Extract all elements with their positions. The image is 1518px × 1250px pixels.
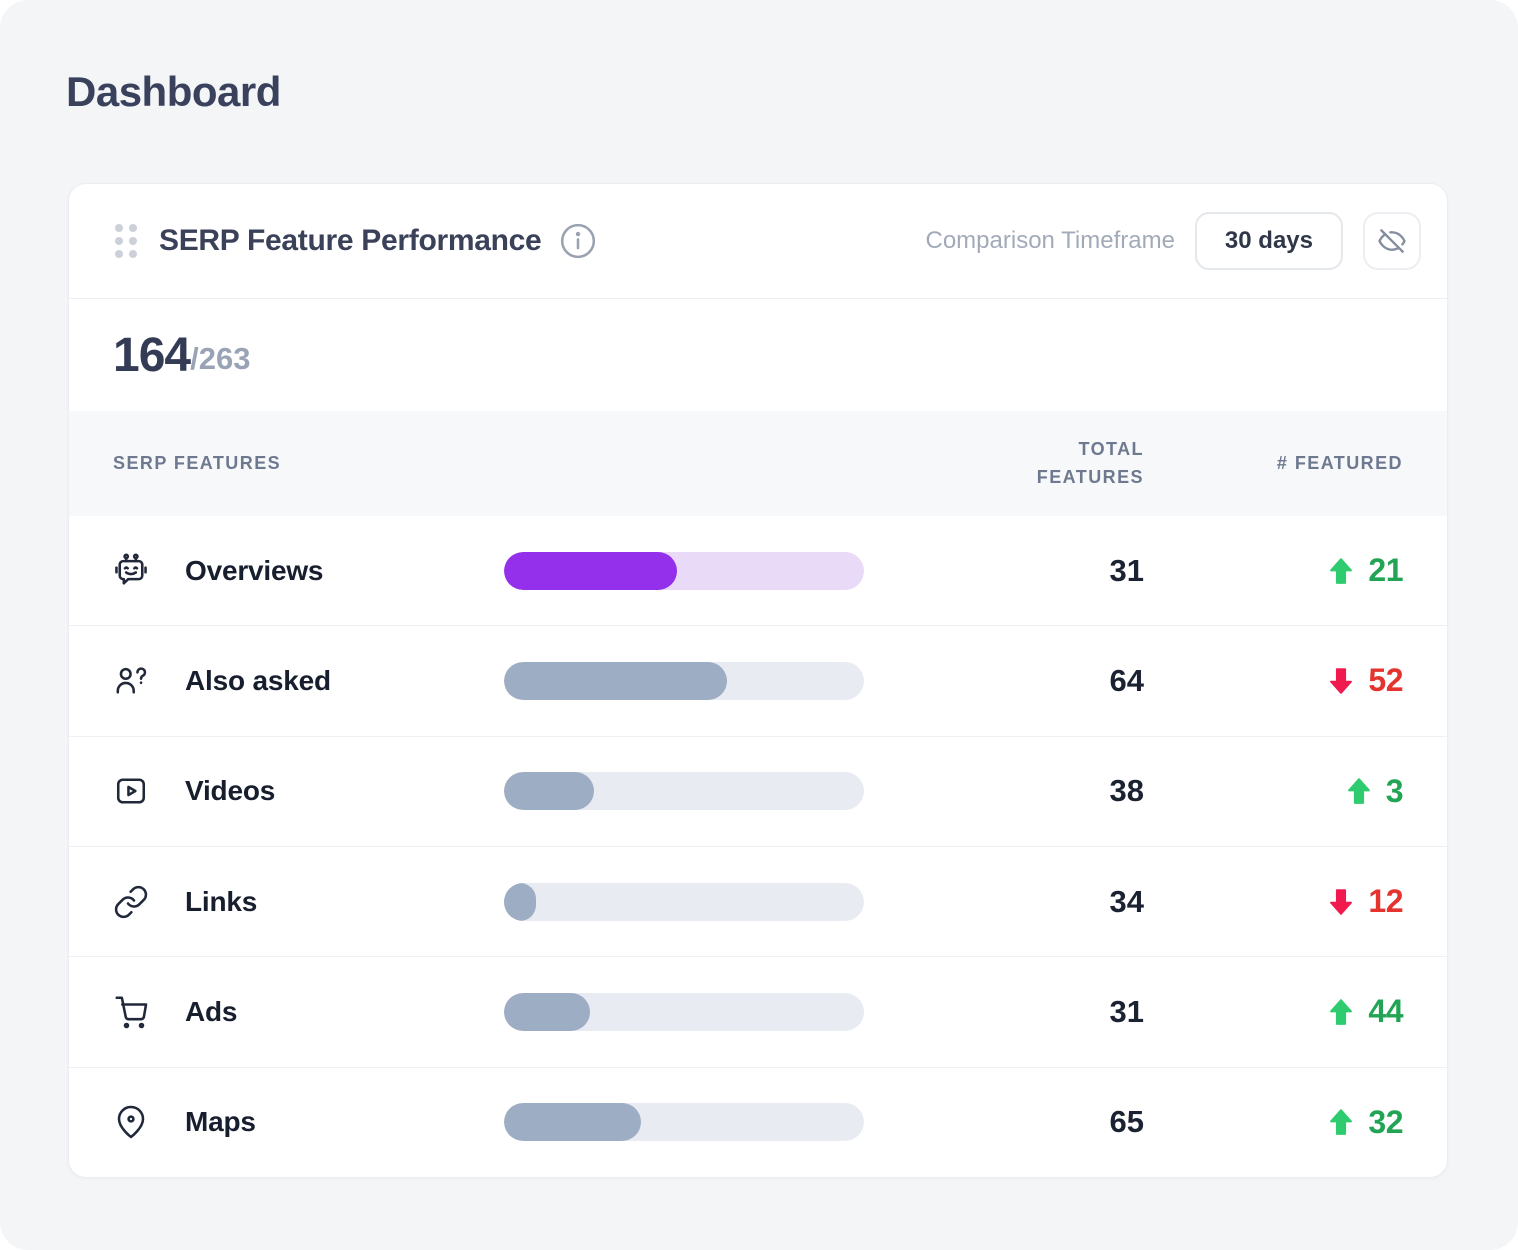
column-header-total-features: Total Features	[864, 436, 1144, 492]
feature-progress-fill	[504, 552, 677, 590]
table-header-row: SERP Features Total Features # Featured	[69, 411, 1447, 516]
feature-label: Links	[185, 886, 257, 918]
featured-change-value: 32	[1368, 1104, 1403, 1141]
feature-progress-fill	[504, 662, 727, 700]
arrow-up-icon	[1326, 1107, 1356, 1137]
featured-change-cell: 12	[1144, 883, 1403, 920]
total-features-value: 31	[864, 994, 1144, 1030]
drag-handle-icon[interactable]	[113, 219, 143, 263]
total-features-value: 34	[864, 884, 1144, 920]
featured-change-cell: 21	[1144, 552, 1403, 589]
person-question-icon	[113, 663, 149, 699]
feature-progress-fill	[504, 772, 594, 810]
featured-change-value: 52	[1368, 662, 1403, 699]
table-row: Links 34 12	[69, 847, 1447, 957]
feature-label: Overviews	[185, 555, 323, 587]
featured-change-value: 44	[1368, 993, 1403, 1030]
total-features-value: 31	[864, 553, 1144, 589]
featured-change-cell: 3	[1144, 773, 1403, 810]
video-icon	[113, 773, 149, 809]
table-row: Maps 65 32	[69, 1068, 1447, 1177]
total-features-value: 38	[864, 773, 1144, 809]
feature-progress-fill	[504, 993, 590, 1031]
robot-icon	[113, 553, 149, 589]
feature-progress-fill	[504, 883, 536, 921]
summary-total-count: /263	[190, 341, 250, 377]
serp-performance-card: SERP Feature Performance Comparison Time…	[68, 183, 1448, 1178]
arrow-up-icon	[1344, 776, 1374, 806]
cart-icon	[113, 994, 149, 1030]
feature-label: Videos	[185, 775, 275, 807]
hide-widget-button[interactable]	[1363, 212, 1421, 270]
feature-progress-bar	[504, 883, 864, 921]
featured-change-cell: 32	[1144, 1104, 1403, 1141]
total-features-value: 65	[864, 1104, 1144, 1140]
map-pin-icon	[113, 1104, 149, 1140]
arrow-down-icon	[1326, 666, 1356, 696]
feature-progress-bar	[504, 772, 864, 810]
table-row: Overviews 31 21	[69, 516, 1447, 626]
comparison-timeframe-label: Comparison Timeframe	[926, 227, 1175, 255]
arrow-up-icon	[1326, 997, 1356, 1027]
info-icon[interactable]	[559, 222, 597, 260]
card-title: SERP Feature Performance	[159, 224, 541, 258]
featured-change-value: 3	[1386, 773, 1403, 810]
feature-progress-bar	[504, 1103, 864, 1141]
feature-rows: Overviews 31 21 Also asked 64 52 Videos	[69, 516, 1447, 1177]
page-title: Dashboard	[66, 68, 281, 116]
feature-progress-bar	[504, 993, 864, 1031]
link-icon	[113, 884, 149, 920]
feature-progress-bar	[504, 662, 864, 700]
table-row: Also asked 64 52	[69, 626, 1447, 736]
feature-label: Ads	[185, 996, 237, 1028]
table-row: Ads 31 44	[69, 957, 1447, 1067]
featured-change-cell: 44	[1144, 993, 1403, 1030]
feature-label: Also asked	[185, 665, 331, 697]
dashboard-page: Dashboard SERP Feature Performance Compa…	[0, 0, 1518, 1250]
featured-change-value: 12	[1368, 883, 1403, 920]
feature-progress-bar	[504, 552, 864, 590]
feature-progress-fill	[504, 1103, 641, 1141]
arrow-down-icon	[1326, 887, 1356, 917]
featured-change-value: 21	[1368, 552, 1403, 589]
total-features-value: 64	[864, 663, 1144, 699]
eye-off-icon	[1377, 226, 1407, 256]
timeframe-select-button[interactable]: 30 days	[1195, 212, 1343, 270]
table-row: Videos 38 3	[69, 737, 1447, 847]
column-header-serp-features: SERP Features	[113, 453, 504, 474]
summary-section: 164 /263	[69, 299, 1447, 411]
column-header-featured: # Featured	[1144, 453, 1403, 474]
summary-current-count: 164	[113, 328, 190, 383]
arrow-up-icon	[1326, 556, 1356, 586]
featured-change-cell: 52	[1144, 662, 1403, 699]
card-header-controls: Comparison Timeframe 30 days	[926, 212, 1422, 270]
card-header: SERP Feature Performance Comparison Time…	[69, 184, 1447, 299]
feature-label: Maps	[185, 1106, 256, 1138]
